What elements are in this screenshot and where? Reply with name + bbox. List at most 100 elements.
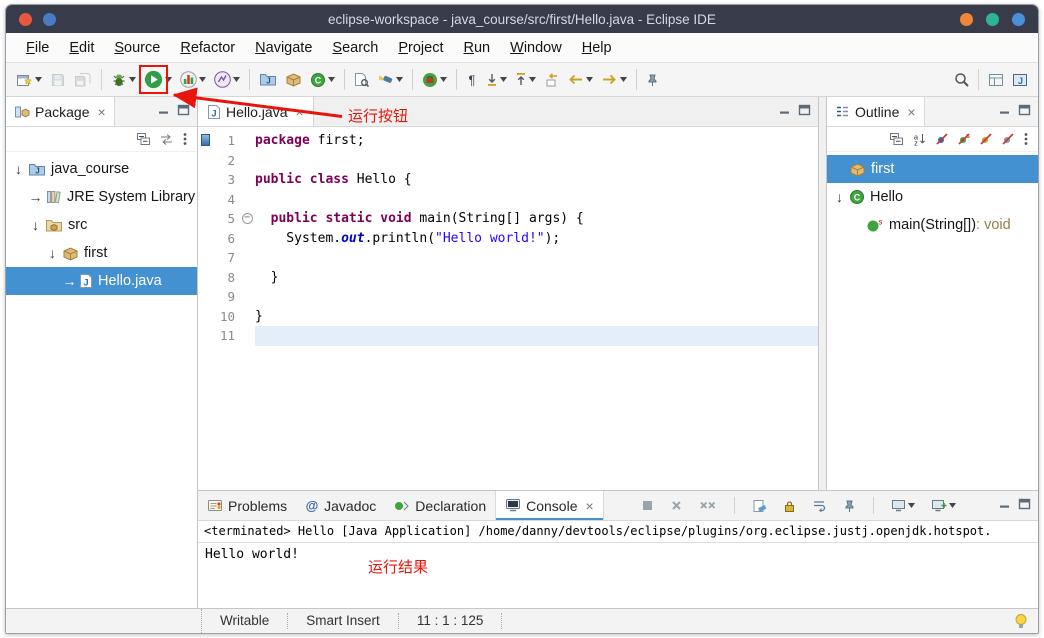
close-editor-tab-icon[interactable]: × [295,104,303,120]
minimize-view-icon[interactable] [778,103,791,121]
tab-declaration[interactable]: Declaration [385,491,495,520]
tree-item-hello-java[interactable]: →JHello.java [6,267,197,295]
hide-non-public-members-button[interactable] [979,132,993,146]
collapse-arrow-icon[interactable]: ↓ [27,217,44,233]
dropdown-caret-icon[interactable] [396,77,403,82]
dropdown-caret-icon[interactable] [908,503,915,508]
sort-button[interactable]: az [912,132,927,146]
dropdown-caret-icon[interactable] [529,77,536,82]
clear-console-button[interactable] [749,496,770,516]
fold-collapse-icon[interactable]: − [242,213,253,224]
editor-tab-hello-java[interactable]: J Hello.java × [198,97,314,126]
collapse-all-button[interactable] [889,132,904,146]
menu-run[interactable]: Run [454,35,501,61]
remove-launch-button[interactable] [667,496,686,515]
tab-problems[interactable]: Problems [198,491,296,520]
tab-javadoc[interactable]: @Javadoc [296,491,385,520]
collapse-all-button[interactable] [136,132,151,146]
maximize-view-icon[interactable] [798,103,811,121]
collapse-arrow-icon[interactable]: ↓ [44,245,61,261]
open-perspective-button[interactable] [985,70,1007,90]
dropdown-caret-icon[interactable] [199,77,206,82]
dropdown-caret-icon[interactable] [35,77,42,82]
notification-bulb-icon[interactable] [1014,613,1028,630]
dropdown-caret-icon[interactable] [500,77,507,82]
pin-console-button[interactable] [840,496,859,516]
expand-arrow-icon[interactable]: → [27,189,44,205]
new-wizard-button[interactable] [13,68,45,91]
debug-button[interactable] [108,68,139,91]
menu-help[interactable]: Help [572,35,622,61]
forward-button[interactable] [598,70,630,89]
view-menu-button[interactable] [1023,132,1029,146]
new-package-button[interactable] [282,69,305,90]
titlebar-button-right-3[interactable] [1012,13,1025,26]
collapse-arrow-icon[interactable]: ↓ [831,189,848,205]
close-view-icon[interactable]: × [907,104,915,120]
menu-edit[interactable]: Edit [59,35,104,61]
titlebar-button-right-2[interactable] [986,13,999,26]
hide-fields-button[interactable] [935,132,949,146]
hide-local-types-button[interactable] [1001,132,1015,146]
pin-editor-button[interactable] [643,70,662,90]
titlebar-button-left-2[interactable] [43,13,56,26]
link-with-editor-button[interactable] [159,133,174,146]
profile-button[interactable] [211,68,243,91]
menu-search[interactable]: Search [322,35,388,61]
tree-item-src[interactable]: ↓src [6,211,197,239]
minimize-view-icon[interactable] [998,497,1011,515]
console-output[interactable]: Hello world! [198,543,1038,608]
close-view-icon[interactable]: × [97,104,105,120]
view-menu-button[interactable] [182,132,188,146]
outline-item-first[interactable]: first [827,155,1038,183]
next-annotation-button[interactable] [483,69,510,90]
dropdown-caret-icon[interactable] [328,77,335,82]
dropdown-caret-icon[interactable] [586,77,593,82]
search-button[interactable] [374,69,406,91]
prev-annotation-button[interactable] [512,69,539,90]
editor-outline-sash[interactable] [819,97,826,490]
display-selected-console-button[interactable] [888,496,918,515]
menu-refactor[interactable]: Refactor [170,35,245,61]
terminate-button[interactable] [638,496,657,515]
titlebar-button-left-1[interactable] [19,13,32,26]
close-tab-icon[interactable]: × [586,498,594,514]
last-edit-location-button[interactable] [541,70,562,90]
maximize-view-icon[interactable] [1018,103,1031,121]
maximize-view-icon[interactable] [1018,497,1031,515]
save-all-button[interactable] [71,69,95,91]
external-tools-button[interactable] [419,69,450,91]
outline-tab[interactable]: Outline × [827,97,925,126]
outline-item-main-string[interactable]: smain(String[]) : void [827,211,1038,239]
menu-window[interactable]: Window [500,35,572,61]
title-bar[interactable]: eclipse-workspace - java_course/src/firs… [6,5,1038,33]
coverage-button[interactable] [177,68,209,91]
tree-item-java-course[interactable]: ↓Jjava_course [6,155,197,183]
package-explorer-tab[interactable]: Package × [6,97,115,126]
menu-file[interactable]: File [16,35,59,61]
run-button[interactable] [141,67,175,92]
show-whitespace-button[interactable]: ¶ [463,69,481,90]
dropdown-caret-icon[interactable] [620,77,627,82]
word-wrap-button[interactable] [809,496,830,515]
dropdown-caret-icon[interactable] [129,77,136,82]
minimize-view-icon[interactable] [157,103,170,121]
collapse-arrow-icon[interactable]: ↓ [10,161,27,177]
dropdown-caret-icon[interactable] [165,77,172,82]
expand-arrow-icon[interactable]: → [61,273,78,289]
quick-access-search-button[interactable] [951,69,972,90]
open-type-button[interactable] [351,69,372,90]
hide-static-members-button[interactable]: s [957,132,971,146]
outline-item-hello[interactable]: ↓CHello [827,183,1038,211]
back-button[interactable] [564,70,596,89]
dropdown-caret-icon[interactable] [233,77,240,82]
tab-console[interactable]: Console× [495,491,604,520]
menu-navigate[interactable]: Navigate [245,35,322,61]
menu-source[interactable]: Source [104,35,170,61]
tree-item-first[interactable]: ↓first [6,239,197,267]
menu-project[interactable]: Project [388,35,453,61]
minimize-view-icon[interactable] [998,103,1011,121]
tree-item-jre-system-library[interactable]: →JRE System Library [6,183,197,211]
titlebar-button-right-1[interactable] [960,13,973,26]
new-java-project-button[interactable]: J [256,69,280,90]
